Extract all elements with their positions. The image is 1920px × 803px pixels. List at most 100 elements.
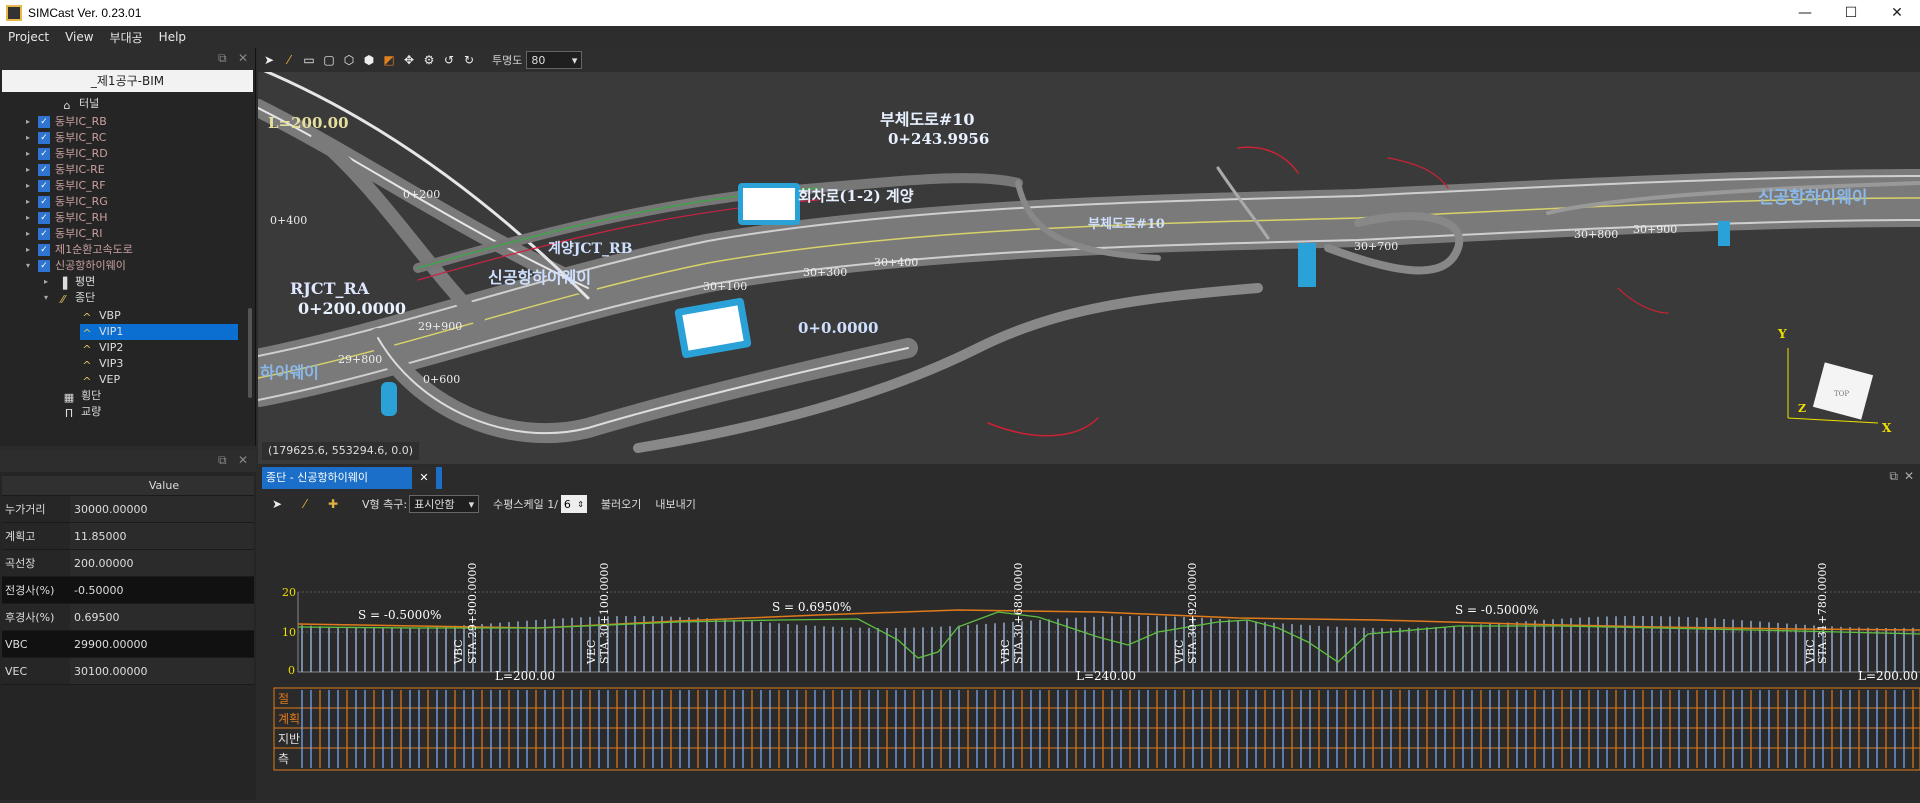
tree-item-vep[interactable]: ^ VEP xyxy=(80,372,210,388)
draw-line-icon[interactable]: ⁄ xyxy=(280,51,298,69)
svg-text:TOP: TOP xyxy=(1834,390,1849,398)
layer-icon[interactable]: ◩ xyxy=(380,51,398,69)
panel-close-icon[interactable]: ✕ xyxy=(1904,469,1914,483)
vehicle-icon[interactable]: ⚙ xyxy=(420,51,438,69)
svg-text:VBC: VBC xyxy=(999,639,1012,665)
gizmo-x: X xyxy=(1882,421,1892,435)
close-icon[interactable]: ✕ xyxy=(1874,0,1920,26)
tree-item-vip3[interactable]: ^ VIP3 xyxy=(80,356,210,372)
panel-close-icon[interactable]: ✕ xyxy=(238,453,248,467)
table-row[interactable]: 곡선장 200.00000 xyxy=(2,550,254,577)
tree-item[interactable]: ▸ ✓ 동부IC_RD xyxy=(26,146,108,162)
profile-tabs: 종단 - 신공항하이웨이 ✕ ⧉ ✕ xyxy=(258,464,1920,490)
svg-text:10: 10 xyxy=(282,626,296,639)
comment-icon[interactable]: ▭ xyxy=(300,51,318,69)
menu-help[interactable]: Help xyxy=(151,30,194,44)
table-row[interactable]: VBC 29900.00000 xyxy=(2,631,254,658)
label: 0+243.9956 xyxy=(888,130,989,148)
tab-profile[interactable]: 종단 - 신공항하이웨이 ✕ xyxy=(262,467,442,489)
table-row[interactable]: 누가거리 30000.00000 xyxy=(2,496,254,523)
tree-item-plan[interactable]: ▸ ▐ 평면 xyxy=(44,274,95,290)
menu-project[interactable]: Project xyxy=(0,30,57,44)
menu-auxiliary[interactable]: 부대공 xyxy=(102,29,151,46)
tree-item[interactable]: ▸ ✓ 동부IC_RC xyxy=(26,130,106,146)
tree-item[interactable]: ▸ ✓ 동부IC_RH xyxy=(26,210,108,226)
tree-root[interactable]: _제1공구-BIM xyxy=(2,70,253,92)
tree-item-vbp[interactable]: ^ VBP xyxy=(80,308,210,324)
menu-view[interactable]: View xyxy=(57,30,101,44)
minimize-icon[interactable]: — xyxy=(1782,0,1828,26)
table-row[interactable]: VEC 30100.00000 xyxy=(2,658,254,685)
station-label: 0+400 xyxy=(270,214,307,227)
draw-line-icon[interactable]: ⁄ xyxy=(296,495,314,513)
svg-text:S = 0.6950%: S = 0.6950% xyxy=(772,600,851,614)
tree-item-vip2[interactable]: ^ VIP2 xyxy=(80,340,210,356)
opacity-select[interactable]: 80 ▾ xyxy=(526,51,583,69)
svg-text:STA.29+900.0000: STA.29+900.0000 xyxy=(466,563,479,664)
v-ditch-select[interactable]: 표시안함 ▾ xyxy=(409,495,480,513)
maximize-icon[interactable]: ☐ xyxy=(1828,0,1874,26)
vertex-icon: ^ xyxy=(82,375,92,388)
svg-text:절: 절 xyxy=(278,692,289,706)
svg-text:STA.30+680.0000: STA.30+680.0000 xyxy=(1012,563,1025,664)
tree-item[interactable]: ▸ ✓ 동부IC_RI xyxy=(26,226,103,242)
tree-scrollbar[interactable] xyxy=(248,308,252,398)
plan-icon: ▐ xyxy=(58,277,68,290)
station-label: 30+800 xyxy=(1574,228,1618,241)
tree-item-vip1[interactable]: ^ VIP1 xyxy=(80,324,238,340)
cross-section-icon: ▦ xyxy=(63,391,75,404)
vertex-icon: ^ xyxy=(82,311,92,324)
table-row[interactable]: 전경사(%) -0.50000 xyxy=(2,577,254,604)
station-label: 30+300 xyxy=(803,266,847,279)
scale-stepper[interactable]: 6 ⇕ xyxy=(560,495,587,513)
tree-item[interactable]: ▾ ✓ 신공항하이웨이 xyxy=(26,258,126,274)
table-header: Value xyxy=(2,476,254,496)
tree-item-tunnel[interactable]: ⌂ 터널 xyxy=(60,96,100,112)
svg-text:S = -0.5000%: S = -0.5000% xyxy=(1455,603,1538,617)
checkbox-icon: ✓ xyxy=(38,164,50,176)
table-row[interactable]: 후경사(%) 0.69500 xyxy=(2,604,254,631)
tree-item-cross[interactable]: ▦ 횡단 xyxy=(62,388,101,404)
undo-icon[interactable]: ↺ xyxy=(440,51,458,69)
3d-viewport[interactable]: 부체도로#10 0+243.9956 회차로(1-2) 계양 신공항하이웨이 R… xyxy=(229,48,1920,464)
checkbox-icon: ✓ xyxy=(38,196,50,208)
window-icon[interactable]: ▢ xyxy=(320,51,338,69)
label: L=200.00 xyxy=(268,114,349,132)
opacity-label: 투명도 xyxy=(492,54,523,67)
tree-item[interactable]: ▸ ✓ 동부IC-RE xyxy=(26,162,105,178)
svg-text:VEC: VEC xyxy=(585,640,598,665)
props-panel-header: ⧉ ✕ xyxy=(0,450,256,472)
table-row[interactable]: 계획고 11.85000 xyxy=(2,523,254,550)
cube-icon[interactable]: ⬡ xyxy=(340,51,358,69)
tree-item[interactable]: ▸ ✓ 동부IC_RB xyxy=(26,114,107,130)
svg-text:S = -0.5000%: S = -0.5000% xyxy=(358,608,441,622)
tree-item-profile[interactable]: ▾ ⁄⁄ 종단 xyxy=(44,290,95,306)
box-icon[interactable]: ⬢ xyxy=(360,51,378,69)
float-icon[interactable]: ⧉ xyxy=(218,51,227,66)
road-model: 부체도로#10 0+243.9956 회차로(1-2) 계양 신공항하이웨이 R… xyxy=(229,66,1920,464)
redo-icon[interactable]: ↻ xyxy=(460,51,478,69)
select-icon[interactable]: ➤ xyxy=(268,495,286,513)
load-button[interactable]: 불러오기 xyxy=(601,496,641,512)
svg-text:STA.31+780.0000: STA.31+780.0000 xyxy=(1816,563,1829,664)
checkbox-icon: ✓ xyxy=(38,132,50,144)
float-icon[interactable]: ⧉ xyxy=(218,453,227,468)
tree-item[interactable]: ▸ ✓ 제1순환고속도로 xyxy=(26,242,133,258)
label: 신공항하이웨이 xyxy=(1758,187,1867,208)
checkbox-icon: ✓ xyxy=(38,244,50,256)
tab-close-icon[interactable]: ✕ xyxy=(412,467,436,489)
tree-item[interactable]: ▸ ✓ 동부IC_RF xyxy=(26,178,106,194)
panel-close-icon[interactable]: ✕ xyxy=(238,51,248,65)
profile-drawing: 20 10 0 S = -0.5000% S = 0.6950% S = -0.… xyxy=(273,563,1920,771)
bridge-icon: Π xyxy=(64,407,74,420)
add-vertex-icon[interactable]: ✚ xyxy=(324,495,342,513)
label: 부체도로#10 xyxy=(1088,217,1165,232)
move-icon[interactable]: ✥ xyxy=(400,51,418,69)
station-label: 30+700 xyxy=(1354,240,1398,253)
select-icon[interactable]: ➤ xyxy=(260,51,278,69)
tree-item[interactable]: ▸ ✓ 동부IC_RG xyxy=(26,194,108,210)
profile-chart[interactable]: 20 10 0 S = -0.5000% S = 0.6950% S = -0.… xyxy=(258,522,1920,800)
export-button[interactable]: 내보내기 xyxy=(655,496,695,512)
tree-item-bridge[interactable]: Π 교량 xyxy=(62,404,101,420)
float-icon[interactable]: ⧉ xyxy=(1889,469,1898,484)
